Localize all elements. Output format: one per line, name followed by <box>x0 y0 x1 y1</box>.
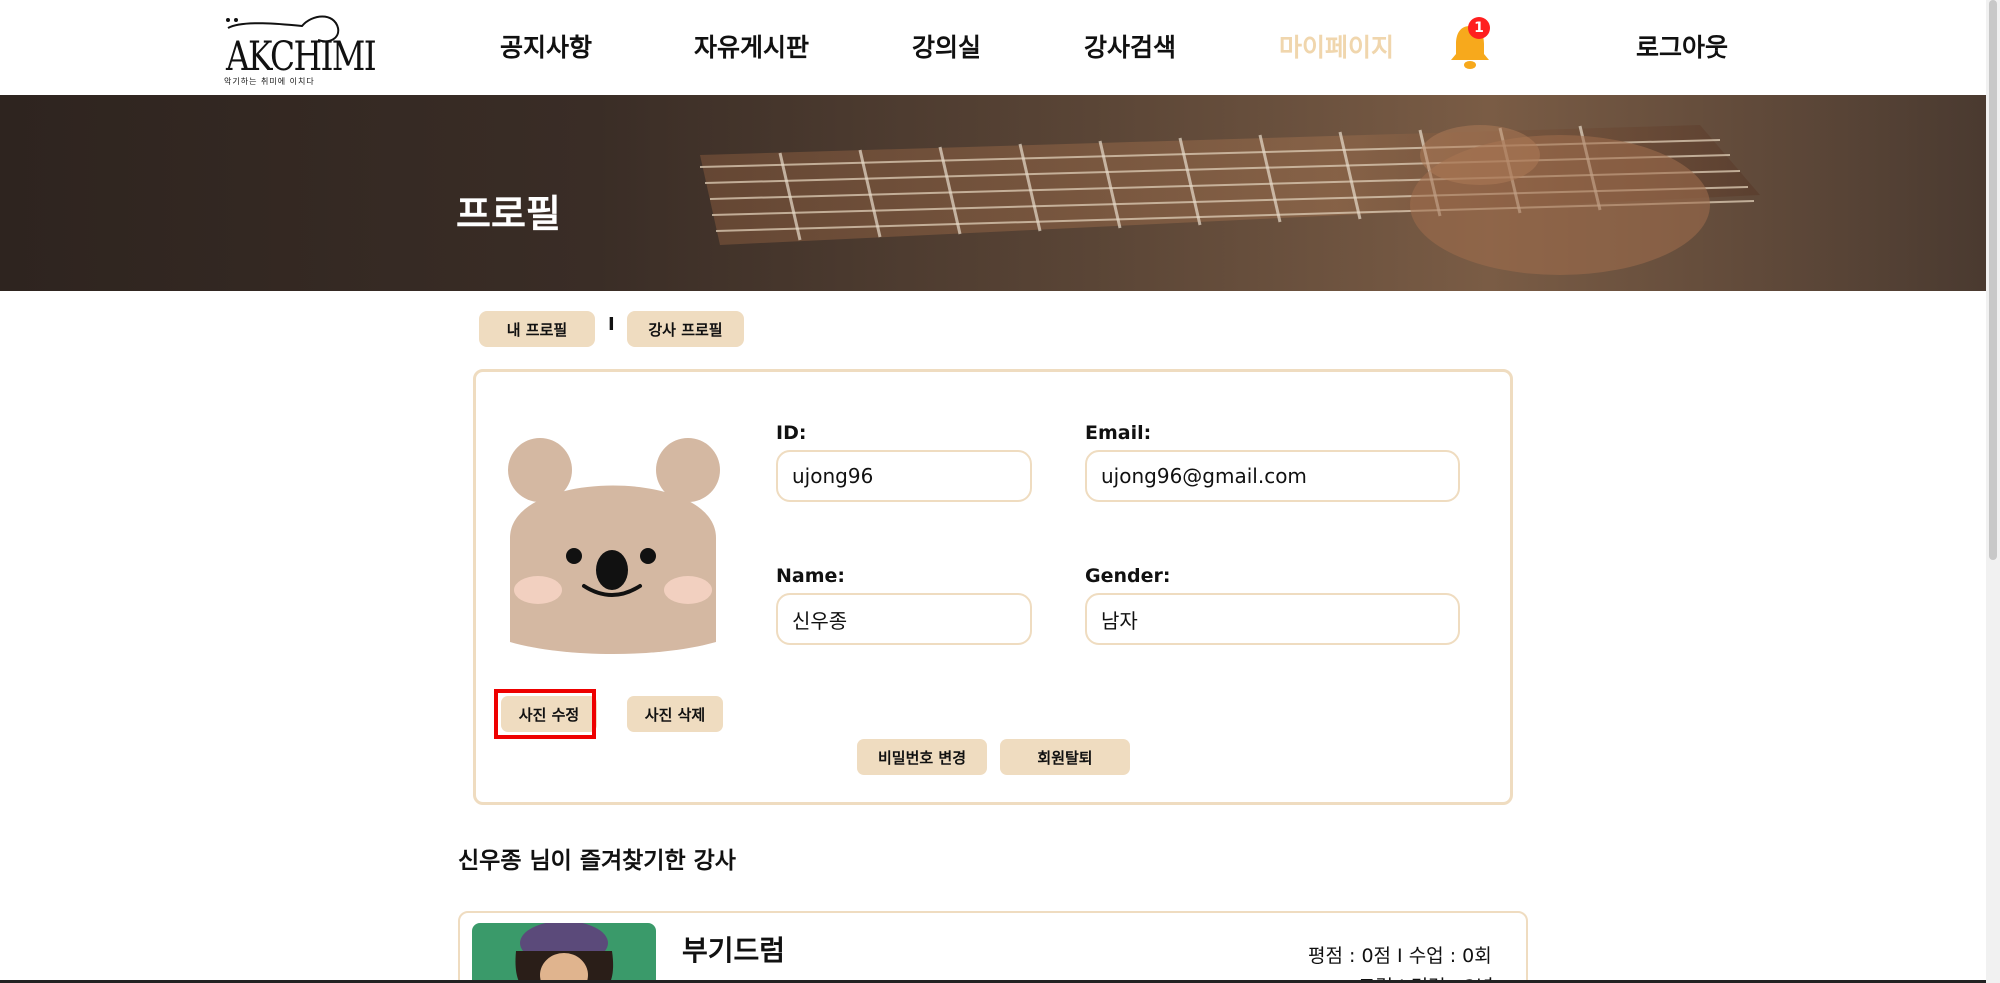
site-header: AKCHIMI 악기하는 취미에 이치다 공지사항 자유게시판 강의실 강사검색… <box>0 0 1986 95</box>
withdraw-button[interactable]: 회원탈퇴 <box>1000 739 1130 775</box>
id-input[interactable] <box>776 450 1032 502</box>
email-input[interactable] <box>1085 450 1460 502</box>
nav-instructor-search[interactable]: 강사검색 <box>1084 28 1176 64</box>
notification-badge: 1 <box>1468 17 1490 39</box>
logo-text: AKCHIMI <box>226 34 377 80</box>
edit-photo-highlight <box>494 689 596 739</box>
gender-input[interactable] <box>1085 593 1460 645</box>
id-label: ID: <box>776 422 807 444</box>
instructor-photo <box>472 923 656 983</box>
gender-label: Gender: <box>1085 565 1171 587</box>
nav-my-page[interactable]: 마이페이지 <box>1279 28 1394 64</box>
logout-link[interactable]: 로그아웃 <box>1636 28 1728 64</box>
guitar-banner-image <box>699 125 1760 275</box>
delete-photo-button[interactable]: 사진 삭제 <box>627 696 723 732</box>
nav-free-board[interactable]: 자유게시판 <box>694 28 809 64</box>
name-label: Name: <box>776 565 846 587</box>
instructor-name[interactable]: 부기드럼 <box>682 929 785 969</box>
nav-lecture-room[interactable]: 강의실 <box>912 28 981 64</box>
koala-avatar-image <box>508 438 720 654</box>
tab-my-profile[interactable]: 내 프로필 <box>479 311 595 347</box>
change-password-button[interactable]: 비밀번호 변경 <box>857 739 987 775</box>
page-title: 프로필 <box>456 192 561 236</box>
akchimi-logo[interactable]: AKCHIMI 악기하는 취미에 이치다 <box>222 10 377 88</box>
logo-subtitle: 악기하는 취미에 이치다 <box>224 77 315 86</box>
favorites-title: 신우종 님이 즐겨찾기한 강사 <box>458 848 736 874</box>
name-input[interactable] <box>776 593 1032 645</box>
page-banner: 프로필 <box>0 95 1986 291</box>
tab-instructor-profile[interactable]: 강사 프로필 <box>627 311 744 347</box>
tab-separator: I <box>608 314 615 335</box>
instructor-stats: 평점 : 0점 I 수업 : 0회 <box>1308 945 1492 967</box>
scrollbar-thumb[interactable] <box>1989 0 1997 560</box>
email-label: Email: <box>1085 422 1152 444</box>
nav-notice[interactable]: 공지사항 <box>500 28 592 64</box>
